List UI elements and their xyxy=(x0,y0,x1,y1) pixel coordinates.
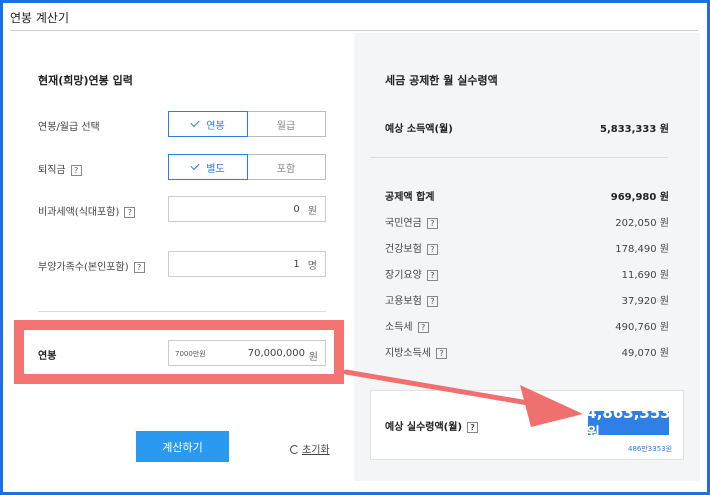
salary-value: 70,000,000 xyxy=(247,348,305,359)
employment-insurance-label: 고용보험 xyxy=(385,296,422,307)
help-icon[interactable]: ? xyxy=(436,347,447,359)
refresh-icon xyxy=(290,445,299,454)
help-icon[interactable]: ? xyxy=(426,295,438,307)
pension-value: 202,050 원 xyxy=(615,218,669,229)
calculate-button[interactable]: 계산하기 xyxy=(136,431,229,462)
salary-input[interactable]: 7000만원 70,000,000 원 xyxy=(168,340,326,366)
dependents-row-label: 부양가족수(본인포함)? xyxy=(38,258,145,273)
deduction-total-label: 공제액 합계 xyxy=(385,192,435,203)
reset-label: 초기화 xyxy=(302,445,330,456)
option-included-label: 포함 xyxy=(276,163,296,175)
help-icon[interactable]: ? xyxy=(417,321,429,333)
dependents-input[interactable]: 1명 xyxy=(168,251,326,277)
check-icon xyxy=(190,160,200,171)
help-icon[interactable]: ? xyxy=(124,206,136,218)
deduction-row-label: 고용보험? xyxy=(385,292,438,307)
deduction-row-label: 지방소득세? xyxy=(385,344,447,359)
help-icon[interactable]: ? xyxy=(133,261,145,273)
salary-hint: 7000만원 xyxy=(175,350,206,358)
help-icon[interactable]: ? xyxy=(467,421,479,433)
employment-insurance-value: 37,920 원 xyxy=(621,296,669,307)
deduction-total-value: 969,980 원 xyxy=(610,192,669,203)
long-term-care-value: 11,690 원 xyxy=(621,270,669,281)
dependents-value: 1 xyxy=(293,258,300,270)
income-tax-label: 소득세 xyxy=(385,322,413,333)
net-pay-label: 예상 실수령액(월) xyxy=(385,422,463,433)
deduction-row-label: 건강보험? xyxy=(385,240,438,255)
net-pay-value: 4,863,353원 xyxy=(586,403,671,442)
deduction-row-label: 국민연금? xyxy=(385,214,438,229)
option-monthly[interactable]: 월급 xyxy=(247,112,325,136)
help-icon[interactable]: ? xyxy=(426,243,438,255)
reset-button[interactable]: 초기화 xyxy=(290,441,330,456)
result-section-title: 세금 공제한 월 실수령액 xyxy=(385,74,498,87)
salary-type-label: 연봉/월급 선택 xyxy=(38,122,100,133)
window-title: 연봉 계산기 xyxy=(10,11,70,25)
health-insurance-label: 건강보험 xyxy=(385,244,422,255)
net-pay-row-label: 예상 실수령액(월)? xyxy=(385,418,479,433)
income-tax-value: 490,760 원 xyxy=(615,322,669,333)
severance-toggle: 별도 포함 xyxy=(168,154,326,180)
deduction-row-label: 장기요양? xyxy=(385,266,438,281)
dependents-label: 부양가족수(본인포함) xyxy=(38,262,129,273)
input-section-title: 현재(희망)연봉 입력 xyxy=(38,74,133,87)
health-insurance-value: 178,490 원 xyxy=(615,244,669,255)
severance-label: 퇴직금 xyxy=(38,165,66,176)
title-bar: 연봉 계산기 xyxy=(3,3,707,29)
help-icon[interactable]: ? xyxy=(426,217,438,229)
help-icon[interactable]: ? xyxy=(70,164,82,176)
check-icon xyxy=(190,117,200,128)
deduction-row-label: 소득세? xyxy=(385,318,429,333)
nontaxable-input[interactable]: 0원 xyxy=(168,196,326,222)
local-income-tax-value: 49,070 원 xyxy=(621,348,669,359)
salary-unit: 원 xyxy=(308,352,318,363)
input-divider xyxy=(38,311,326,312)
option-monthly-label: 월급 xyxy=(276,120,296,132)
expected-income-label: 예상 소득액(월) xyxy=(385,124,453,135)
result-divider xyxy=(370,157,668,158)
option-annual-label: 연봉 xyxy=(206,120,225,132)
option-separate-label: 별도 xyxy=(206,163,225,175)
nontaxable-label: 비과세액(식대포함) xyxy=(38,207,120,218)
title-divider xyxy=(10,30,698,31)
long-term-care-label: 장기요양 xyxy=(385,270,422,281)
salary-label: 연봉 xyxy=(38,351,57,362)
nontaxable-unit: 원 xyxy=(307,205,317,217)
severance-row-label: 퇴직금? xyxy=(38,161,82,176)
nontaxable-value: 0 xyxy=(293,203,300,215)
option-separate[interactable]: 별도 xyxy=(168,154,248,180)
help-icon[interactable]: ? xyxy=(426,269,438,281)
nontaxable-row-label: 비과세액(식대포함)? xyxy=(38,203,136,218)
local-income-tax-label: 지방소득세 xyxy=(385,348,431,359)
option-annual[interactable]: 연봉 xyxy=(168,111,248,137)
dependents-unit: 명 xyxy=(307,260,317,272)
net-pay-korean: 486만3353원 xyxy=(628,445,673,453)
salary-type-toggle: 연봉 월급 xyxy=(168,111,326,137)
pension-label: 국민연금 xyxy=(385,218,422,229)
option-included[interactable]: 포함 xyxy=(247,155,325,179)
expected-income-value: 5,833,333 원 xyxy=(600,124,669,135)
